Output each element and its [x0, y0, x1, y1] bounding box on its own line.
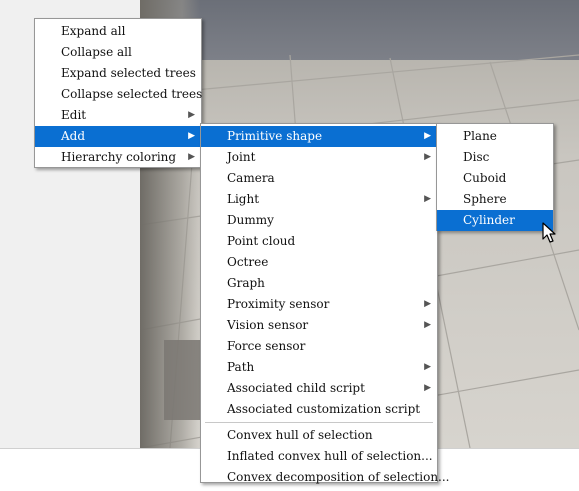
menu-item-label: Expand all: [61, 24, 126, 38]
floor-marking: [164, 340, 204, 420]
menu-item-label: Camera: [227, 171, 275, 185]
menu-item-label: Convex hull of selection: [227, 428, 373, 442]
chevron-right-icon: ▶: [424, 152, 431, 162]
menu-item-hierarchy-coloring[interactable]: Hierarchy coloring ▶: [35, 147, 201, 168]
menu-item-sphere[interactable]: Sphere: [437, 189, 553, 210]
menu-item-primitive-shape[interactable]: Primitive shape ▶: [201, 126, 437, 147]
menu-item-label: Associated child script: [227, 381, 365, 395]
menu-item-label: Joint: [227, 150, 256, 164]
menu-item-dummy[interactable]: Dummy: [201, 210, 437, 231]
menu-item-vision-sensor[interactable]: Vision sensor ▶: [201, 315, 437, 336]
hierarchy-context-menu: Expand all Collapse all Expand selected …: [34, 18, 202, 168]
menu-item-expand-all[interactable]: Expand all: [35, 21, 201, 42]
application-window: Expand all Collapse all Expand selected …: [0, 0, 579, 491]
chevron-right-icon: ▶: [424, 362, 431, 372]
menu-item-label: Inflated convex hull of selection...: [227, 449, 433, 463]
menu-item-label: Collapse selected trees: [61, 87, 203, 101]
menu-item-label: Dummy: [227, 213, 274, 227]
menu-item-label: Octree: [227, 255, 269, 269]
menu-item-label: Convex decomposition of selection...: [227, 470, 450, 484]
chevron-right-icon: ▶: [188, 110, 195, 120]
menu-item-collapse-selected-trees[interactable]: Collapse selected trees: [35, 84, 203, 105]
menu-item-octree[interactable]: Octree: [201, 252, 437, 273]
menu-item-light[interactable]: Light ▶: [201, 189, 437, 210]
menu-item-label: Path: [227, 360, 255, 374]
menu-item-path[interactable]: Path ▶: [201, 357, 437, 378]
menu-item-plane[interactable]: Plane: [437, 126, 553, 147]
menu-item-label: Associated customization script: [227, 402, 421, 416]
menu-item-label: Vision sensor: [227, 318, 309, 332]
menu-item-label: Hierarchy coloring: [61, 150, 177, 164]
menu-item-label: Light: [227, 192, 260, 206]
menu-item-cylinder[interactable]: Cylinder: [437, 210, 553, 231]
menu-item-label: Edit: [61, 108, 87, 122]
chevron-right-icon: ▶: [188, 152, 195, 162]
menu-item-label: Sphere: [463, 192, 507, 206]
menu-item-associated-customization-script[interactable]: Associated customization script: [201, 399, 437, 420]
menu-item-label: Expand selected trees: [61, 66, 196, 80]
menu-item-expand-selected-trees[interactable]: Expand selected trees: [35, 63, 201, 84]
chevron-right-icon: ▶: [424, 299, 431, 309]
menu-item-inflated-convex-hull[interactable]: Inflated convex hull of selection...: [201, 446, 437, 467]
menu-item-label: Disc: [463, 150, 490, 164]
chevron-right-icon: ▶: [424, 383, 431, 393]
menu-item-camera[interactable]: Camera: [201, 168, 437, 189]
menu-item-proximity-sensor[interactable]: Proximity sensor ▶: [201, 294, 437, 315]
menu-item-add[interactable]: Add ▶: [35, 126, 201, 147]
menu-item-convex-hull[interactable]: Convex hull of selection: [201, 425, 437, 446]
chevron-right-icon: ▶: [188, 131, 195, 141]
menu-item-point-cloud[interactable]: Point cloud: [201, 231, 437, 252]
chevron-right-icon: ▶: [424, 320, 431, 330]
menu-item-force-sensor[interactable]: Force sensor: [201, 336, 437, 357]
menu-item-label: Add: [61, 129, 86, 143]
menu-item-label: Graph: [227, 276, 265, 290]
menu-item-graph[interactable]: Graph: [201, 273, 437, 294]
menu-item-associated-child-script[interactable]: Associated child script ▶: [201, 378, 437, 399]
menu-item-convex-decomposition[interactable]: Convex decomposition of selection...: [201, 467, 450, 488]
menu-item-label: Primitive shape: [227, 129, 323, 143]
menu-item-label: Collapse all: [61, 45, 132, 59]
add-submenu: Primitive shape ▶ Joint ▶ Camera Light ▶…: [200, 123, 450, 484]
menu-item-label: Plane: [463, 129, 497, 143]
mouse-pointer-icon: [542, 222, 556, 243]
menu-item-label: Force sensor: [227, 339, 306, 353]
menu-item-cuboid[interactable]: Cuboid: [437, 168, 553, 189]
menu-item-collapse-all[interactable]: Collapse all: [35, 42, 201, 63]
menu-item-label: Cuboid: [463, 171, 507, 185]
chevron-right-icon: ▶: [424, 194, 431, 204]
chevron-right-icon: ▶: [424, 131, 431, 141]
menu-item-edit[interactable]: Edit ▶: [35, 105, 201, 126]
menu-item-joint[interactable]: Joint ▶: [201, 147, 437, 168]
menu-item-disc[interactable]: Disc: [437, 147, 553, 168]
menu-item-label: Cylinder: [463, 213, 515, 227]
primitive-shape-submenu: Plane Disc Cuboid Sphere Cylinder: [436, 123, 554, 231]
menu-separator: [205, 422, 433, 423]
menu-item-label: Point cloud: [227, 234, 296, 248]
menu-item-label: Proximity sensor: [227, 297, 330, 311]
